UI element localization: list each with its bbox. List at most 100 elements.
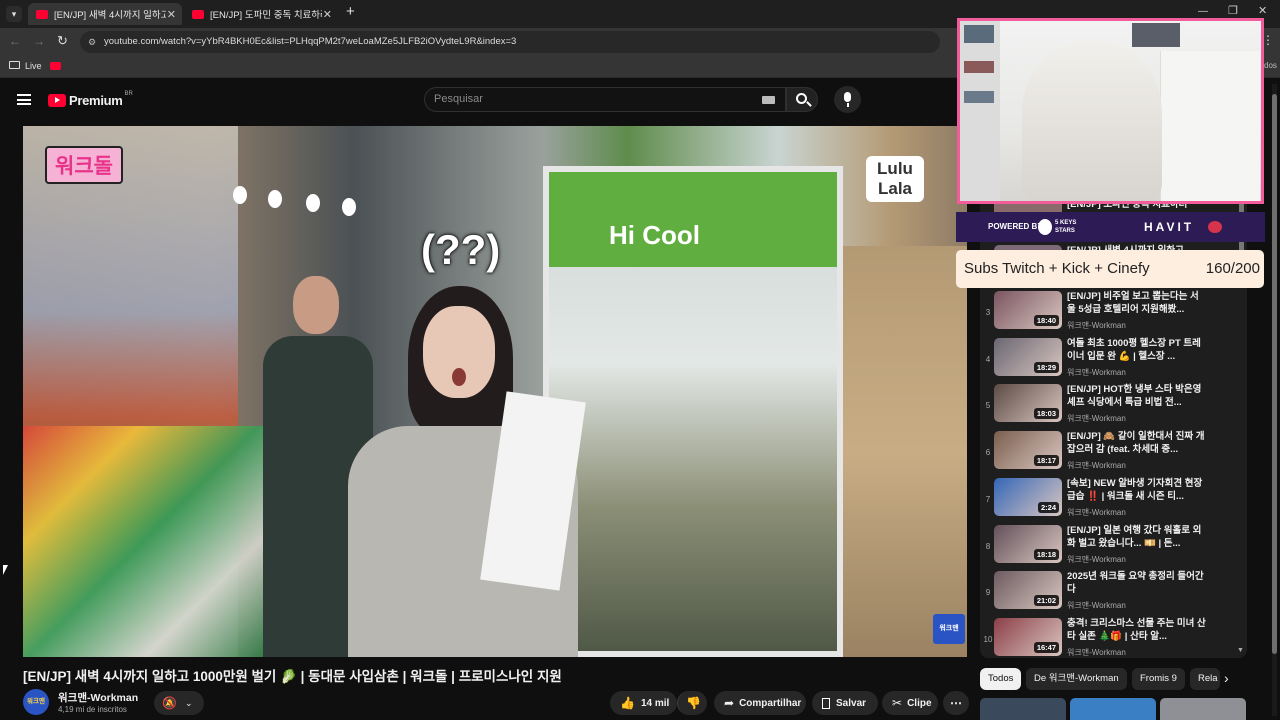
like-button[interactable]: 👍 14 mil (610, 691, 677, 715)
playlist-item-index: 9 (985, 588, 991, 598)
reload-icon[interactable]: ↻ (57, 33, 68, 49)
save-label: Salvar (836, 697, 867, 709)
search-placeholder: Pesquisar (434, 93, 483, 105)
bookmark-icon (822, 697, 830, 709)
playlist-item[interactable]: 8 18:18 [EN/JP] 일본 여행 갔다 워홀로 외화 벌고 왔습니다...… (980, 524, 1242, 570)
webcam-poster (1132, 23, 1180, 47)
recommended-thumbnail[interactable] (1070, 698, 1156, 720)
url-text: youtube.com/watch?v=yYbR4BKH0Ec&list=PLH… (104, 36, 517, 47)
woman-foreground (328, 276, 598, 657)
filter-chip[interactable]: De 워크맨-Workman (1026, 668, 1127, 690)
back-arrow-icon[interactable]: ← (9, 34, 21, 48)
playlist-item-index: 4 (985, 354, 991, 364)
microphone-icon (844, 92, 851, 102)
playlist-item-title: 충격! 크리스마스 선물 주는 미녀 산타 실존 🎄🎁 | 산타 알... (1067, 617, 1206, 642)
youtube-bookmark-icon[interactable] (50, 62, 61, 70)
tab-close-icon[interactable]: ✕ (323, 8, 332, 21)
webcam-chair (1022, 41, 1162, 201)
scroll-down-arrow-icon[interactable]: ▼ (1237, 647, 1244, 654)
chips-next-chevron-icon[interactable]: › (1224, 670, 1229, 686)
sponsor-name: 5 KEYS STARS (1055, 220, 1077, 234)
playlist-item-channel: 워크맨-Workman (1067, 367, 1126, 377)
video-thumbnail[interactable]: 18:18 (994, 524, 1062, 563)
playlist-item[interactable]: 4 18:29 여돌 최초 1000평 헬스장 PT 트레이너 입문 완 💪 | 헬… (980, 337, 1242, 383)
playlist-item-index: 6 (985, 448, 991, 458)
tab-list-chevron-icon[interactable]: ▾ (6, 6, 22, 22)
search-button[interactable] (786, 87, 818, 112)
recommended-thumbnail[interactable] (1160, 698, 1246, 720)
playlist-item-channel: 워크맨-Workman (1067, 321, 1126, 330)
more-horizontal-icon: ⋯ (950, 696, 962, 710)
bookmark-overflow[interactable]: dos (1264, 61, 1277, 70)
playlist-item[interactable]: 3 18:40 [EN/JP] 비주얼 보고 뽑는다는 서울 5성급 호텔리어 지원… (980, 290, 1242, 336)
cardboard-boxes (843, 246, 967, 657)
playlist-item[interactable]: 5 18:03 [EN/JP] HOT한 냉부 스타 박은영 셰프 식당에서 특급 … (980, 383, 1242, 429)
restore-window-icon[interactable]: ❐ (1228, 4, 1238, 17)
playlist-item[interactable]: 10 16:47 충격! 크리스마스 선물 주는 미녀 산타 실존 🎄🎁 | 산타 … (980, 617, 1242, 658)
recommended-thumbnail[interactable] (980, 698, 1066, 720)
share-label: Compartilhar (739, 697, 802, 709)
filter-chip[interactable]: Fromis 9 (1132, 668, 1185, 690)
playlist-item-channel: 워크맨-Workman (1067, 554, 1126, 564)
browser-tab-active[interactable]: [EN/JP] 새벽 4시까지 일하고 10 ✕ (28, 3, 182, 25)
logo-text: Premium (69, 92, 123, 108)
webcam-door (1160, 51, 1260, 201)
dislike-button[interactable]: 👎 (677, 691, 707, 715)
site-info-icon[interactable]: ⚙ (88, 31, 96, 53)
playlist-item[interactable]: 6 18:17 [EN/JP] 🙈 같이 일한대서 진짜 개 잡으러 감 (feat… (980, 430, 1242, 476)
video-duration: 18:03 (1033, 408, 1059, 420)
clip-button[interactable]: ✂ Clipe (882, 691, 938, 715)
channel-watermark[interactable]: 워크맨 (933, 614, 965, 644)
video-thumbnail[interactable]: 21:02 (994, 571, 1062, 610)
new-tab-button[interactable]: + (346, 3, 355, 20)
video-thumbnail[interactable]: 18:40 (994, 291, 1062, 329)
video-duration: 18:17 (1033, 455, 1059, 467)
more-actions-button[interactable]: ⋯ (943, 691, 969, 715)
forward-arrow-icon[interactable]: → (33, 34, 45, 48)
sponsor-name-havit: HAVIT (1144, 220, 1195, 234)
subs-goal-banner: Subs Twitch + Kick + Cinefy 160/200 (956, 250, 1264, 288)
filter-chip[interactable]: Rela (1190, 668, 1220, 690)
hamburger-menu-icon[interactable] (17, 94, 31, 105)
filter-chip[interactable]: Todos (980, 668, 1022, 690)
webcam-shelf (960, 21, 1000, 201)
fridge-sign: Hi Cool (609, 220, 700, 250)
bookmark-live[interactable]: Live (25, 61, 42, 71)
subs-goal-label: Subs Twitch + Kick + Cinefy (964, 260, 1150, 277)
voice-search-button[interactable] (834, 86, 861, 113)
video-duration: 18:18 (1033, 548, 1059, 560)
page-scrollbar[interactable] (1272, 84, 1277, 716)
playlist-item[interactable]: 9 21:02 2025년 워크돌 요약 총정리 들어간다 워크맨-Workman (980, 570, 1242, 616)
video-thumbnail[interactable]: 16:47 (994, 617, 1062, 656)
channel-avatar[interactable]: 워크맨 (23, 689, 49, 715)
minimize-window-icon[interactable]: — (1198, 6, 1208, 17)
address-bar[interactable]: ⚙ youtube.com/watch?v=yYbR4BKH0Ec&list=P… (80, 31, 940, 53)
video-duration: 2:24 (1037, 501, 1059, 513)
playlist-item-index: 10 (983, 634, 993, 644)
video-thumbnail[interactable]: 18:17 (994, 431, 1062, 470)
subs-goal-count: 160/200 (1205, 260, 1260, 277)
save-button[interactable]: Salvar (812, 691, 878, 715)
video-thumbnail[interactable]: 18:29 (994, 337, 1062, 376)
playlist-item-title: [EN/JP] 🙈 같이 일한대서 진짜 개 잡으러 감 (feat. 차세대 … (1067, 431, 1205, 456)
like-count: 14 mil (640, 697, 670, 709)
close-window-icon[interactable]: ✕ (1258, 4, 1267, 17)
youtube-logo[interactable]: Premium BR (48, 91, 133, 108)
tab-title: [EN/JP] 도파민 중독 치료하러 간 (210, 10, 322, 21)
youtube-favicon-icon (192, 9, 204, 19)
tab-close-icon[interactable]: ✕ (167, 8, 176, 21)
video-thumbnail[interactable]: 2:24 (994, 477, 1062, 516)
search-input[interactable]: Pesquisar (424, 87, 786, 112)
channel-name[interactable]: 워크맨-Workman (58, 690, 138, 705)
question-bubble: (??) (421, 226, 501, 273)
thumbs-down-icon: 👎 (686, 696, 701, 710)
share-button[interactable]: ➦ Compartilhar (714, 691, 806, 715)
video-thumbnail[interactable]: 18:03 (994, 384, 1062, 423)
playlist-item-channel: 워크맨-Workman (1067, 461, 1126, 471)
playlist-item[interactable]: 7 2:24 [속보] NEW 알바생 기자회견 현장 급습 ‼️ | 워크돌 새 … (980, 477, 1242, 523)
subscribed-notifications-button[interactable]: 🔕 ⌄ (154, 691, 204, 715)
video-player[interactable]: 워크돌 Hi Cool (??) Lulu Lala 워크맨 (23, 126, 967, 657)
bell-off-icon: 🔕 (162, 696, 177, 710)
browser-tab[interactable]: [EN/JP] 도파민 중독 치료하러 간 ✕ (184, 3, 338, 25)
keyboard-icon[interactable] (762, 96, 775, 104)
